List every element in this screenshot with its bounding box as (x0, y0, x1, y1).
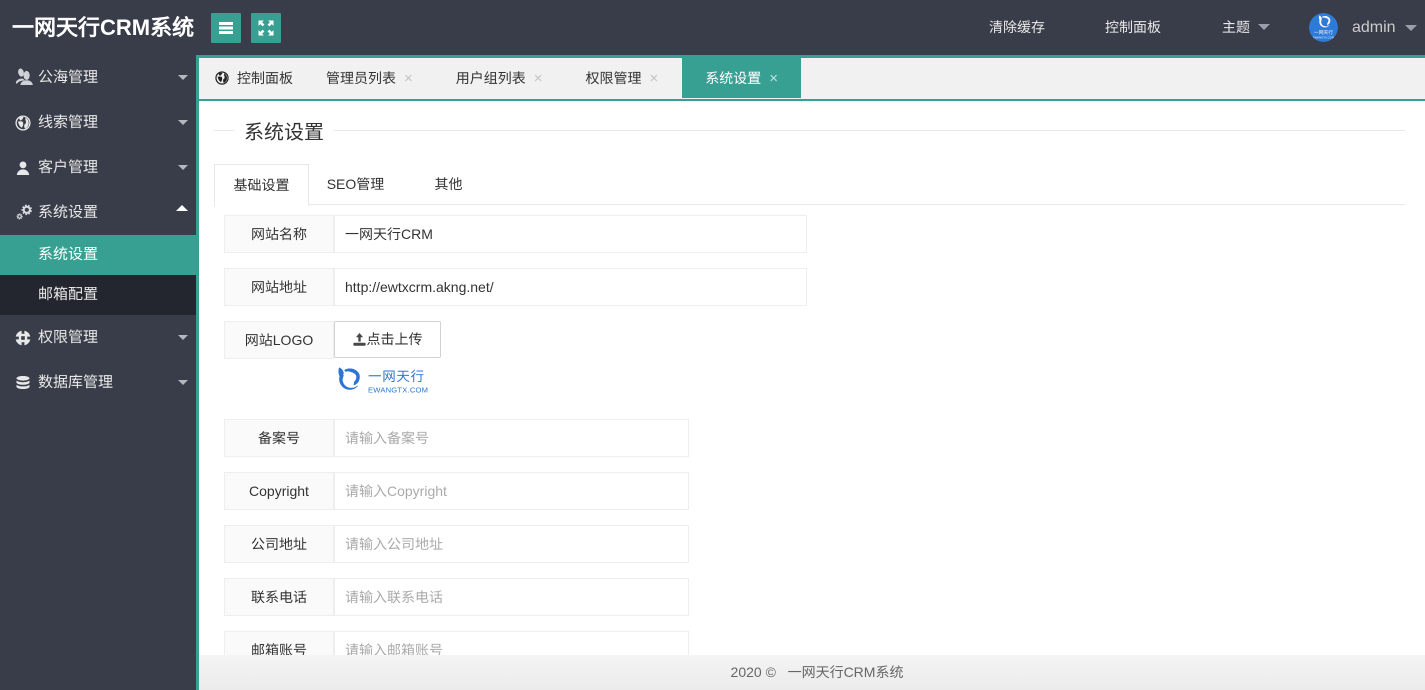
svg-text:EWANGTX.COM: EWANGTX.COM (368, 386, 428, 395)
svg-text:EWANGTX.COM: EWANGTX.COM (1313, 35, 1335, 39)
svg-text:一网天行: 一网天行 (368, 367, 425, 385)
